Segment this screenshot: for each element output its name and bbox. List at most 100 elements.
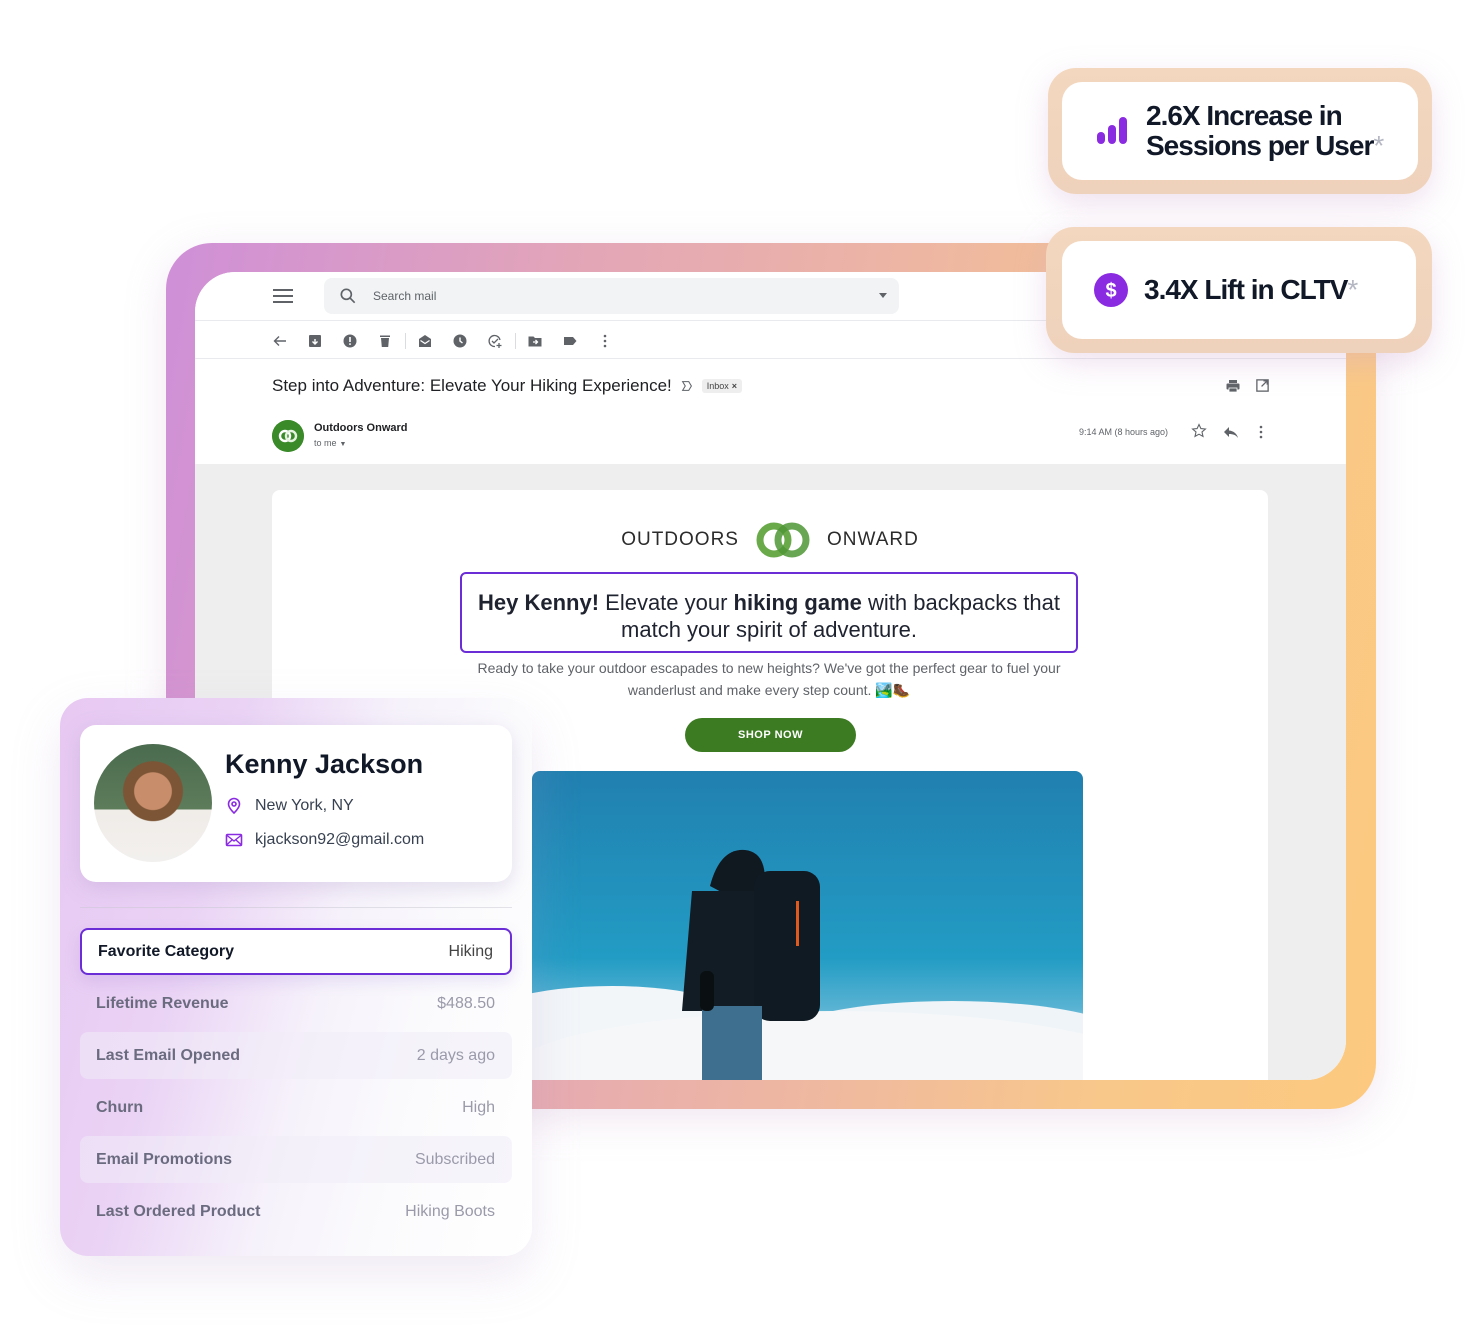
attribute-label: Last Email Opened [96,1046,241,1064]
inbox-label-text: Inbox [706,381,729,391]
sender-avatar [272,420,304,452]
stat-badge-cltv: $ 3.4X Lift in CLTV* [1046,227,1432,353]
attribute-row[interactable]: Favorite Category Hiking [80,928,512,975]
shop-now-button[interactable]: SHOP NOW [685,718,856,752]
reply-icon[interactable] [1223,425,1239,439]
labels-button[interactable] [559,330,581,352]
move-to-button[interactable] [524,330,546,352]
attribute-value: Subscribed [414,1150,495,1168]
bar-chart-icon [1097,117,1127,144]
print-icon[interactable] [1225,378,1241,394]
importance-marker-icon[interactable] [680,379,694,393]
location-pin-icon [227,797,241,815]
attribute-row[interactable]: Email Promotions Subscribed [80,1136,512,1183]
intro-paragraph: Ready to take your outdoor escapades to … [477,660,1061,698]
recipient-details[interactable]: to me ▼ [314,438,346,448]
profile-card: Kenny Jackson New York, NY kjackson92@gm… [80,725,512,882]
spam-icon [343,334,357,348]
toolbar-separator [405,333,406,349]
search-icon [340,288,356,304]
menu-icon[interactable] [273,289,293,303]
star-icon[interactable] [1191,423,1207,439]
archive-button[interactable] [304,330,326,352]
attribute-value: Hiking [448,942,493,960]
attribute-value: High [462,1098,495,1116]
more-vert-icon[interactable] [1258,424,1264,440]
attribute-label: Lifetime Revenue [96,994,229,1012]
email-text: kjackson92@gmail.com [255,831,425,848]
delete-button[interactable] [374,330,396,352]
brand-header: OUTDOORS ONWARD [272,520,1268,560]
brand-name-left: OUTDOORS [621,529,739,550]
headline-text-1: Elevate your [599,590,734,615]
attribute-row[interactable]: Last Ordered Product Hiking Boots [80,1188,512,1235]
footnote-asterisk: * [1347,274,1358,305]
customer-location: New York, NY [225,797,354,815]
brand-logo-icon [756,522,810,558]
more-button[interactable] [594,330,616,352]
email-subject: Step into Adventure: Elevate Your Hiking… [272,376,672,395]
email-timestamp: 9:14 AM (8 hours ago) [1079,427,1169,437]
footnote-asterisk: * [1373,130,1384,161]
brand-name-right: ONWARD [826,529,919,550]
archive-icon [309,335,321,347]
customer-name: Kenny Jackson [225,749,424,779]
label-icon [564,337,577,345]
chevron-down-icon: ▼ [339,441,347,448]
attribute-label: Last Ordered Product [96,1202,261,1220]
attribute-value: $488.50 [437,994,495,1012]
sender-name: Outdoors Onward [314,422,408,434]
headline-greeting: Hey Kenny! [477,590,600,615]
attribute-label: Favorite Category [98,942,235,960]
stat-badge-sessions: 2.6X Increase in Sessions per User* [1048,68,1432,194]
attribute-value: Hiking Boots [405,1202,495,1220]
add-task-icon [488,334,502,348]
recipient-text: to me [314,438,337,448]
mail-icon [225,833,243,847]
dollar-circle-icon: $ [1094,273,1128,307]
hero-image-hiker[interactable] [532,771,1083,1080]
personalized-headline: Hey Kenny! Elevate your hiking game with… [460,572,1078,653]
profile-photo [94,744,212,862]
stat-card: $ 3.4X Lift in CLTV* [1062,241,1416,339]
attribute-row[interactable]: Churn High [80,1084,512,1131]
attribute-row[interactable]: Last Email Opened 2 days ago [80,1032,512,1079]
attribute-row[interactable]: Lifetime Revenue $488.50 [80,980,512,1027]
clock-icon [453,334,467,348]
open-in-new-window-icon[interactable] [1255,378,1270,393]
search-options-icon[interactable] [879,293,887,298]
stat-line-1: 2.6X Increase in [1146,100,1343,131]
back-button[interactable] [269,330,291,352]
profile-divider [80,907,512,908]
svg-text:$: $ [1105,280,1116,302]
attribute-label: Email Promotions [96,1150,233,1168]
toolbar-separator [515,333,516,349]
search-placeholder: Search mail [373,289,437,303]
stat-card: 2.6X Increase in Sessions per User* [1062,82,1418,180]
attribute-label: Churn [96,1098,144,1116]
remove-label-icon[interactable]: × [732,381,737,391]
stat-line-2: Sessions per User [1146,130,1374,161]
subject-row: Step into Adventure: Elevate Your Hiking… [272,376,743,396]
stat-text: 2.6X Increase in Sessions per User* [1146,100,1384,161]
divider [195,358,1346,359]
mark-unread-icon [419,335,431,347]
mark-unread-button[interactable] [414,330,436,352]
snooze-button[interactable] [449,330,471,352]
attribute-value: 2 days ago [416,1046,495,1064]
back-arrow-icon [273,336,286,346]
customer-email: kjackson92@gmail.com [225,831,424,849]
headline-emphasis: hiking game [733,590,862,615]
report-spam-button[interactable] [339,330,361,352]
add-task-button[interactable] [484,330,506,352]
location-text: New York, NY [255,797,354,814]
inbox-label-tag: Inbox × [701,379,743,393]
stat-text: 3.4X Lift in CLTV* [1144,274,1358,305]
hiker-illustration [532,849,1083,1080]
more-vert-icon [603,334,607,348]
trash-icon [380,335,390,347]
mail-toolbar [269,330,629,352]
move-folder-icon [528,336,542,347]
search-input[interactable]: Search mail [324,278,899,314]
stat-line-1: 3.4X Lift in CLTV [1144,274,1348,305]
